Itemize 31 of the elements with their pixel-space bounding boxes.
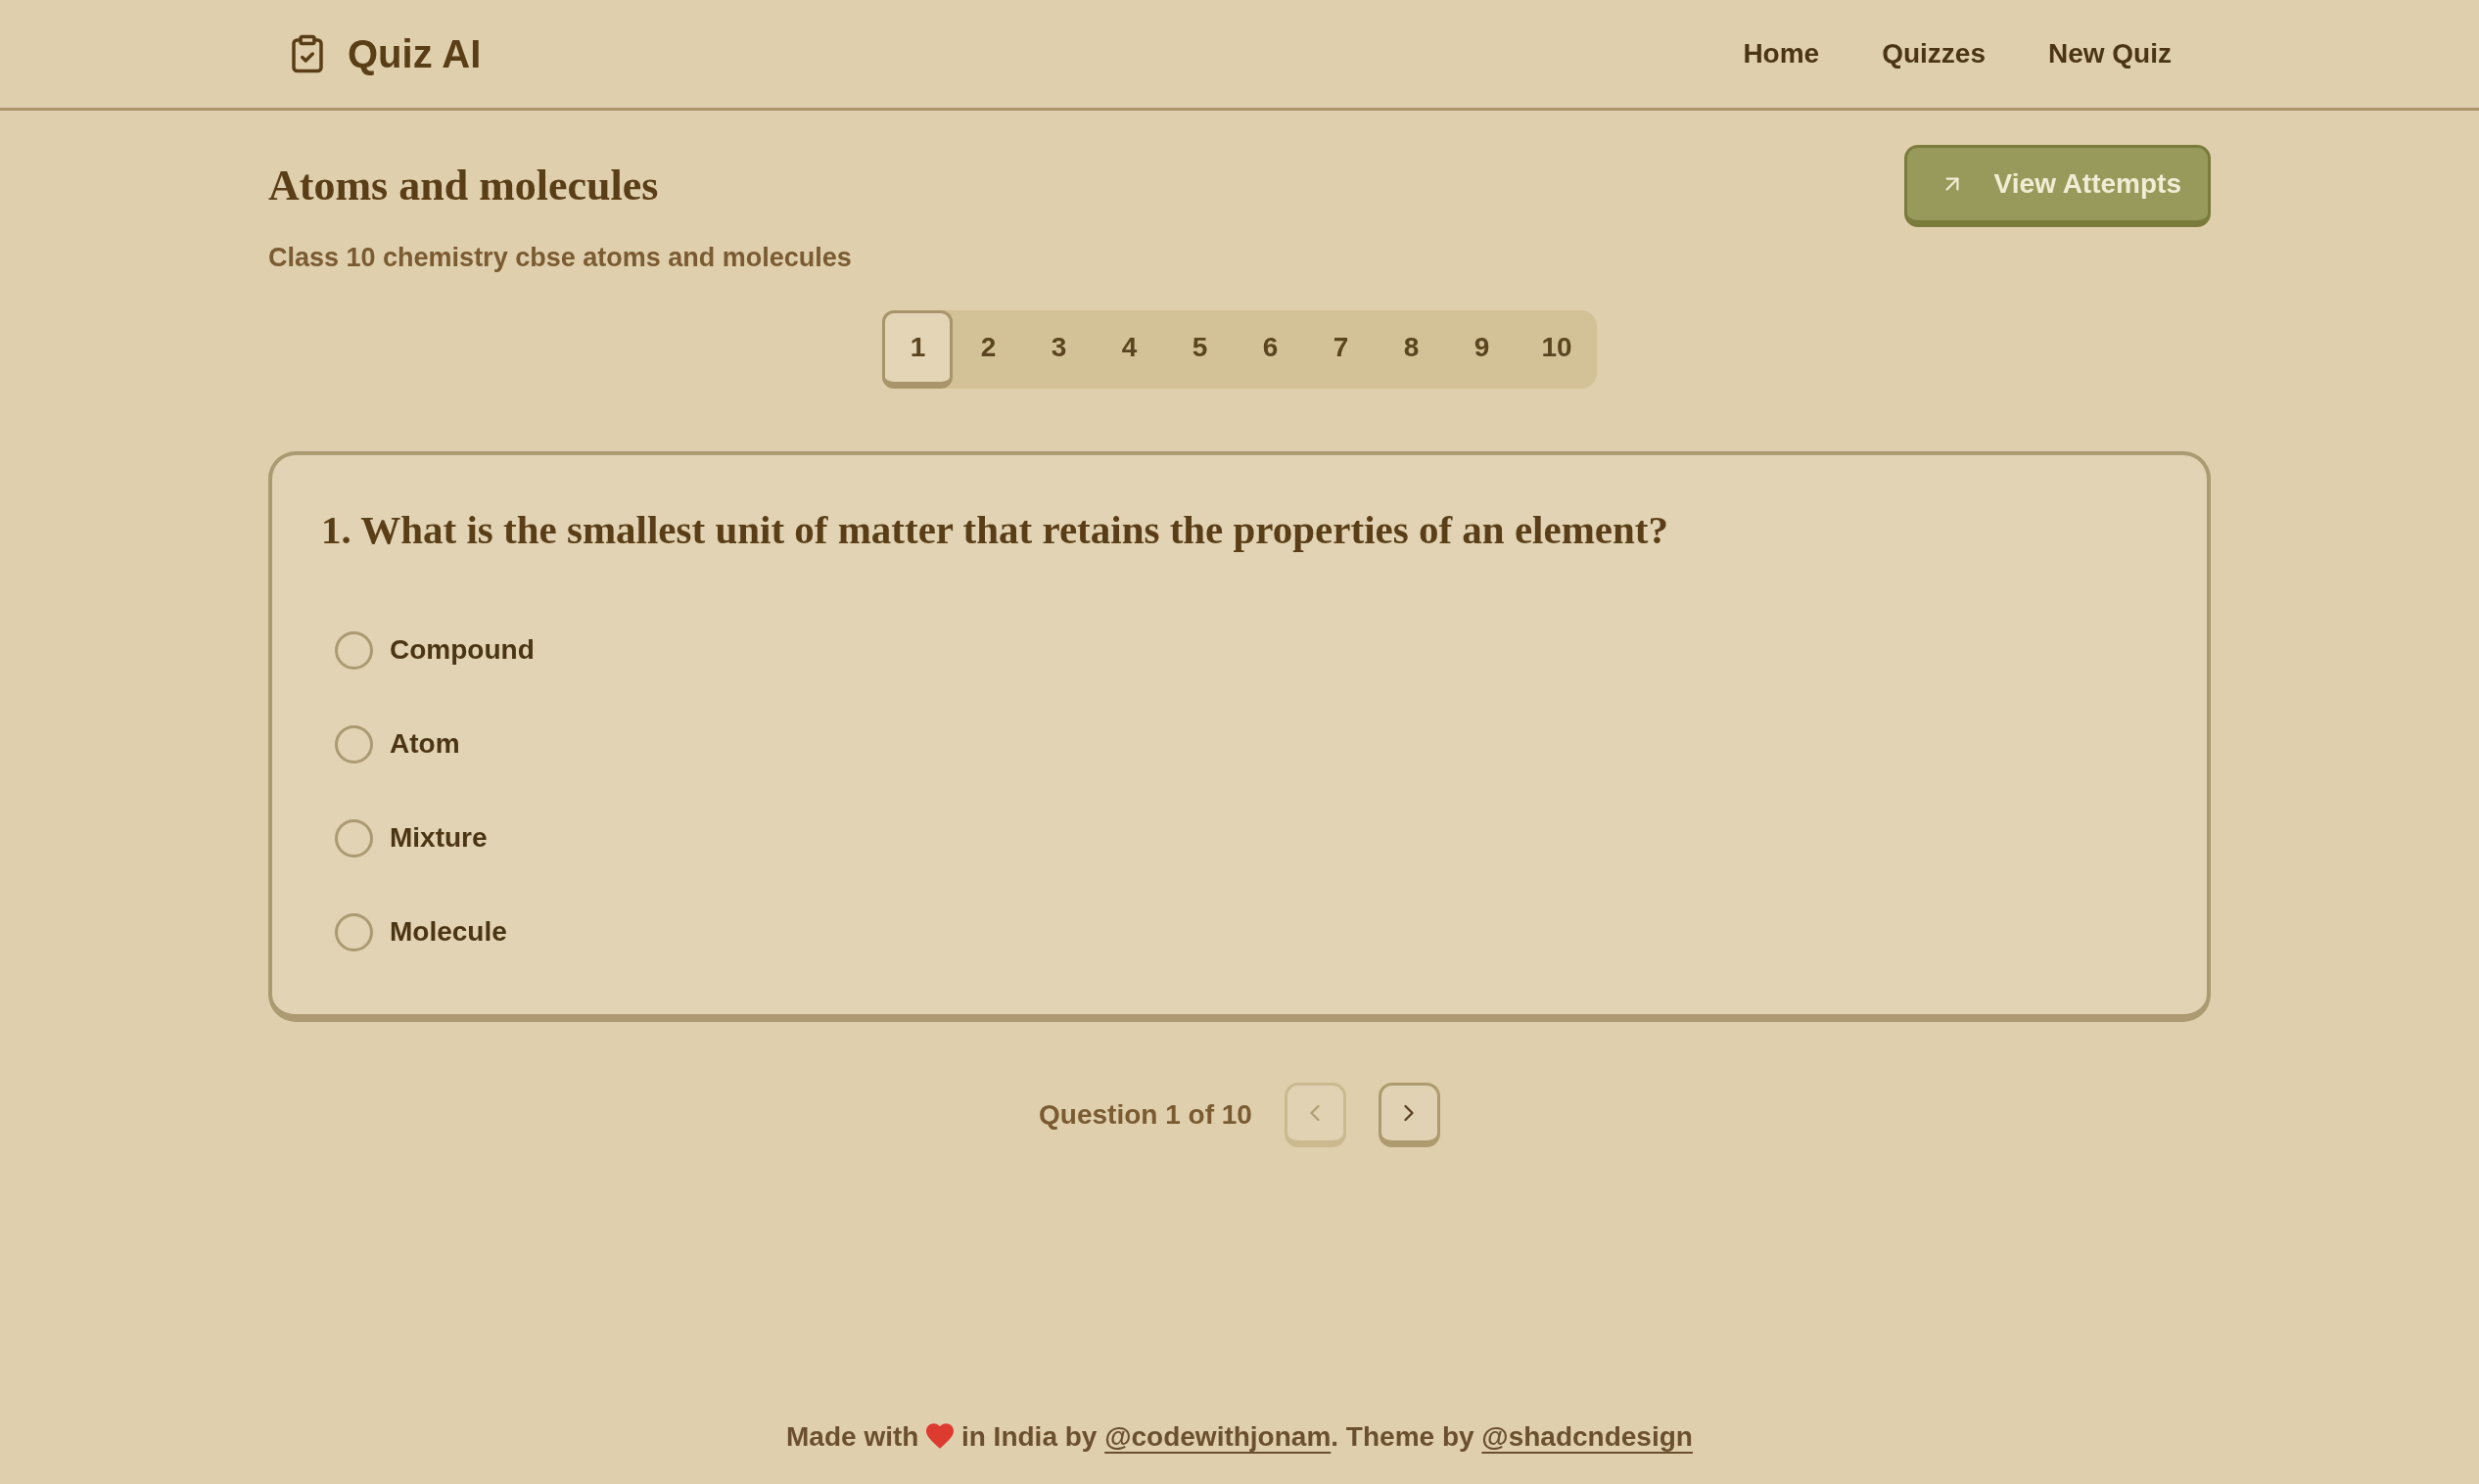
heart-icon [926, 1423, 955, 1449]
footer-credits: Made with in India by @codewithjonam. Theme by @shadcndesign [786, 1420, 1693, 1454]
question-tab[interactable]: 1 [882, 310, 954, 389]
theme-link[interactable]: @shadcndesign [1481, 1421, 1693, 1452]
logo-text: Quiz AI [348, 34, 482, 73]
question-tab[interactable]: 10 [1517, 310, 1597, 389]
question-tab[interactable]: 4 [1094, 310, 1165, 389]
nav-link[interactable]: Quizzes [1882, 40, 1986, 68]
question-tab[interactable]: 6 [1235, 310, 1306, 389]
option-label: Compound [390, 633, 535, 667]
radio-button[interactable] [335, 630, 373, 670]
question-tab[interactable]: 3 [1023, 310, 1095, 389]
question-tab[interactable]: 7 [1305, 310, 1377, 389]
next-button[interactable] [1378, 1083, 1440, 1147]
radio-button[interactable] [335, 818, 373, 858]
radio-button[interactable] [335, 912, 373, 951]
nav-link[interactable]: New Quiz [2048, 40, 2172, 68]
option-label: Molecule [390, 915, 507, 949]
question-tab[interactable]: 9 [1446, 310, 1518, 389]
question-tab[interactable]: 5 [1164, 310, 1236, 389]
question-tab[interactable]: 8 [1376, 310, 1447, 389]
question-tab[interactable]: 2 [953, 310, 1024, 389]
question-counter: Question 1 of 10 [1039, 1098, 1252, 1132]
quiz-title: Atoms and molecules [268, 164, 659, 208]
question-text: 1. What is the smallest unit of matter that retains the properties of an element? [321, 506, 1669, 554]
radio-button[interactable] [335, 724, 373, 764]
author-link[interactable]: @codewithjonam [1104, 1421, 1332, 1452]
quiz-description: Class 10 chemistry cbse atoms and molecules [268, 242, 853, 274]
option-label: Atom [390, 727, 460, 761]
option-label: Mixture [390, 821, 488, 855]
nav-link[interactable]: Home [1743, 40, 1820, 68]
